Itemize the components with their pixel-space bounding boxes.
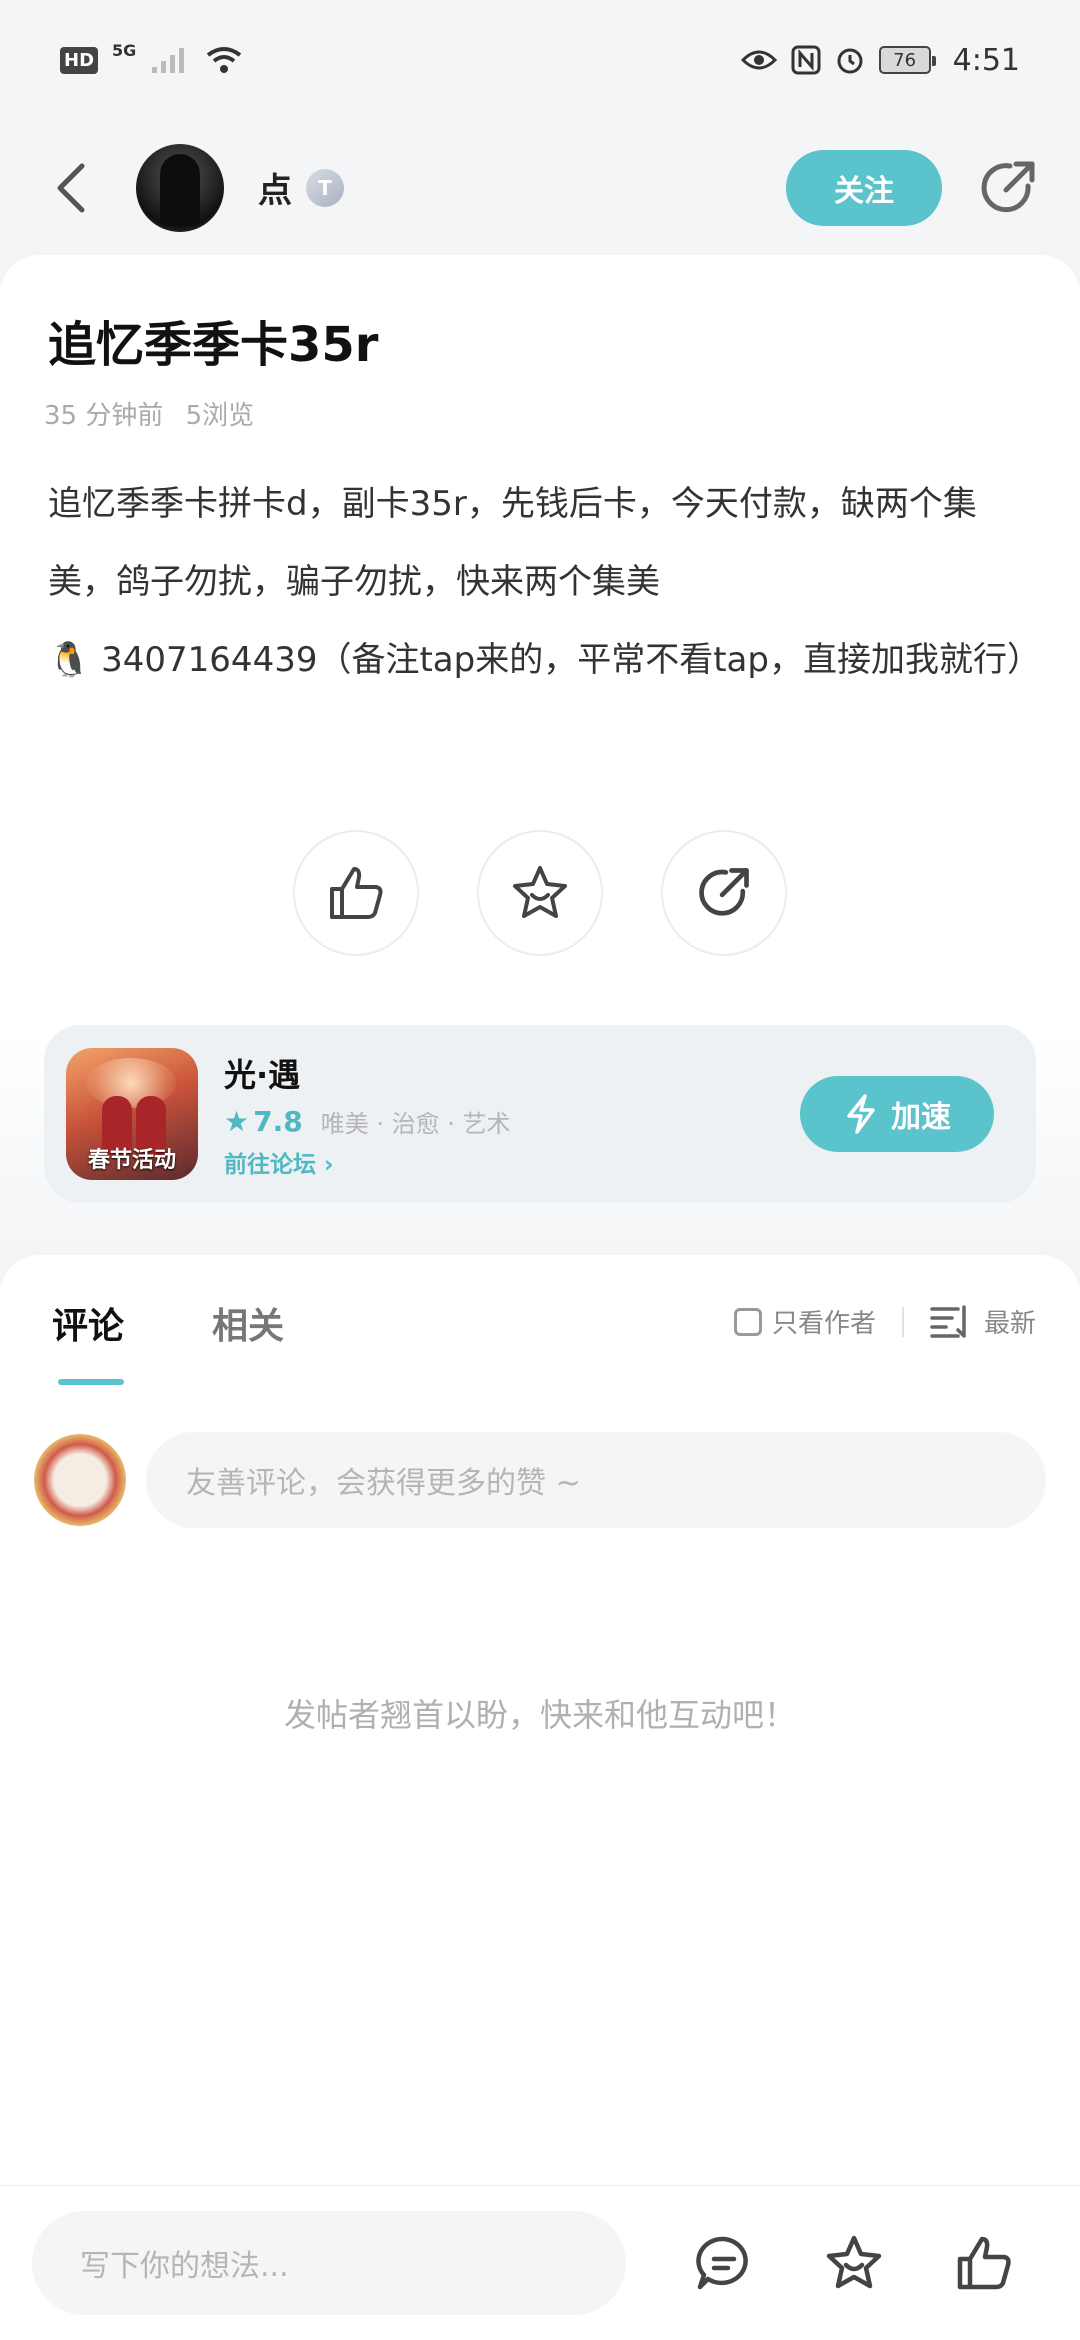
comment-filter: 只看作者 最新 <box>733 1303 1036 1340</box>
signal-icon <box>152 48 185 73</box>
post-meta: 35 分钟前 5浏览 <box>44 395 254 432</box>
share-button[interactable] <box>661 830 787 956</box>
rating-star-icon: ★ <box>224 1104 250 1138</box>
status-bar: HD 5G 76 4:51 <box>0 0 1080 120</box>
sort-label[interactable]: 最新 <box>984 1303 1036 1340</box>
comment-compose-row: 友善评论，会获得更多的赞 ~ <box>34 1430 1046 1530</box>
comments-section: 评论 相关 只看作者 最新 友善评论，会获得更多的赞 ~ 发帖者翘首以盼，快来和… <box>0 1255 1080 2185</box>
game-icon-tag: 春节活动 <box>87 1148 176 1173</box>
wifi-icon <box>207 47 242 73</box>
post-card: 追忆季季卡35r 35 分钟前 5浏览 追忆季季卡拼卡d，副卡35r，先钱后卡，… <box>0 255 1080 1255</box>
status-left: HD 5G <box>60 41 244 75</box>
thumbs-up-icon <box>330 867 383 919</box>
game-icon[interactable]: 春节活动 <box>66 1048 198 1180</box>
tab-related[interactable]: 相关 <box>212 1297 284 1349</box>
my-avatar[interactable] <box>34 1434 126 1526</box>
top-bar: 点 T 关注 <box>0 120 1080 255</box>
empty-comments-hint: 发帖者翘首以盼，快来和他互动吧！ <box>283 1696 796 1734</box>
bottom-bar: 写下你的想法... <box>0 2185 1080 2340</box>
thumbs-up-icon[interactable] <box>952 2231 1016 2295</box>
hd-badge: HD <box>60 46 99 74</box>
eye-icon <box>740 50 777 70</box>
favorite-icon[interactable] <box>822 2231 886 2295</box>
only-author-label[interactable]: 只看作者 <box>772 1303 876 1340</box>
forum-link[interactable]: 前往论坛 › <box>224 1145 511 1179</box>
share-icon <box>699 868 749 916</box>
status-right: 76 4:51 <box>740 42 1020 78</box>
sort-icon[interactable] <box>930 1304 970 1339</box>
follow-button[interactable]: 关注 <box>786 149 942 226</box>
comment-input[interactable]: 友善评论，会获得更多的赞 ~ <box>146 1432 1046 1528</box>
star-icon <box>513 866 567 918</box>
post-paragraph: 🐧 3407164439（备注tap来的，平常不看tap，直接加我就行） <box>48 640 1041 680</box>
post-actions <box>0 830 1080 956</box>
only-author-checkbox[interactable] <box>733 1307 762 1336</box>
divider <box>901 1306 904 1337</box>
comment-icon[interactable] <box>692 2231 756 2295</box>
game-name[interactable]: 光·遇 <box>224 1050 511 1096</box>
clock: 4:51 <box>952 42 1020 78</box>
chevron-right-icon: › <box>324 1151 334 1178</box>
post-title: 追忆季季卡35r <box>48 317 379 373</box>
nfc-icon <box>791 45 821 75</box>
bottom-comment-input[interactable]: 写下你的想法... <box>32 2211 626 2315</box>
forum-link-label: 前往论坛 <box>224 1151 316 1178</box>
level-badge: T <box>306 168 344 207</box>
game-tags: 唯美 · 治愈 · 艺术 <box>320 1109 511 1138</box>
author-name[interactable]: 点 <box>258 163 292 212</box>
tab-comments[interactable]: 评论 <box>52 1297 124 1349</box>
speedup-button[interactable]: 加速 <box>800 1076 994 1152</box>
speedup-label: 加速 <box>891 1100 951 1135</box>
lightning-icon <box>847 1094 875 1134</box>
back-icon[interactable] <box>40 158 100 218</box>
post-views: 5浏览 <box>185 401 255 431</box>
battery-indicator: 76 <box>878 46 936 74</box>
tab-indicator <box>58 1379 124 1385</box>
network-type: 5G <box>112 40 137 60</box>
like-button[interactable] <box>293 830 419 956</box>
post-body: 追忆季季卡拼卡d，副卡35r，先钱后卡，今天付款，缺两个集美，鸽子勿扰，骗子勿扰… <box>48 465 1041 699</box>
game-rating: 7.8 <box>253 1104 303 1138</box>
post-paragraph: 追忆季季卡拼卡d，副卡35r，先钱后卡，今天付款，缺两个集美，鸽子勿扰，骗子勿扰… <box>48 484 977 602</box>
share-icon[interactable] <box>976 156 1040 220</box>
favorite-button[interactable] <box>477 830 603 956</box>
game-card[interactable]: 春节活动 光·遇 ★ 7.8 唯美 · 治愈 · 艺术 前往论坛 › 加速 <box>44 1025 1036 1203</box>
game-info: 光·遇 ★ 7.8 唯美 · 治愈 · 艺术 前往论坛 › <box>224 1050 511 1179</box>
post-time: 35 分钟前 <box>44 401 164 431</box>
alarm-icon <box>837 48 863 74</box>
author-avatar[interactable] <box>136 143 224 232</box>
game-rating-row: ★ 7.8 唯美 · 治愈 · 艺术 <box>224 1104 511 1139</box>
